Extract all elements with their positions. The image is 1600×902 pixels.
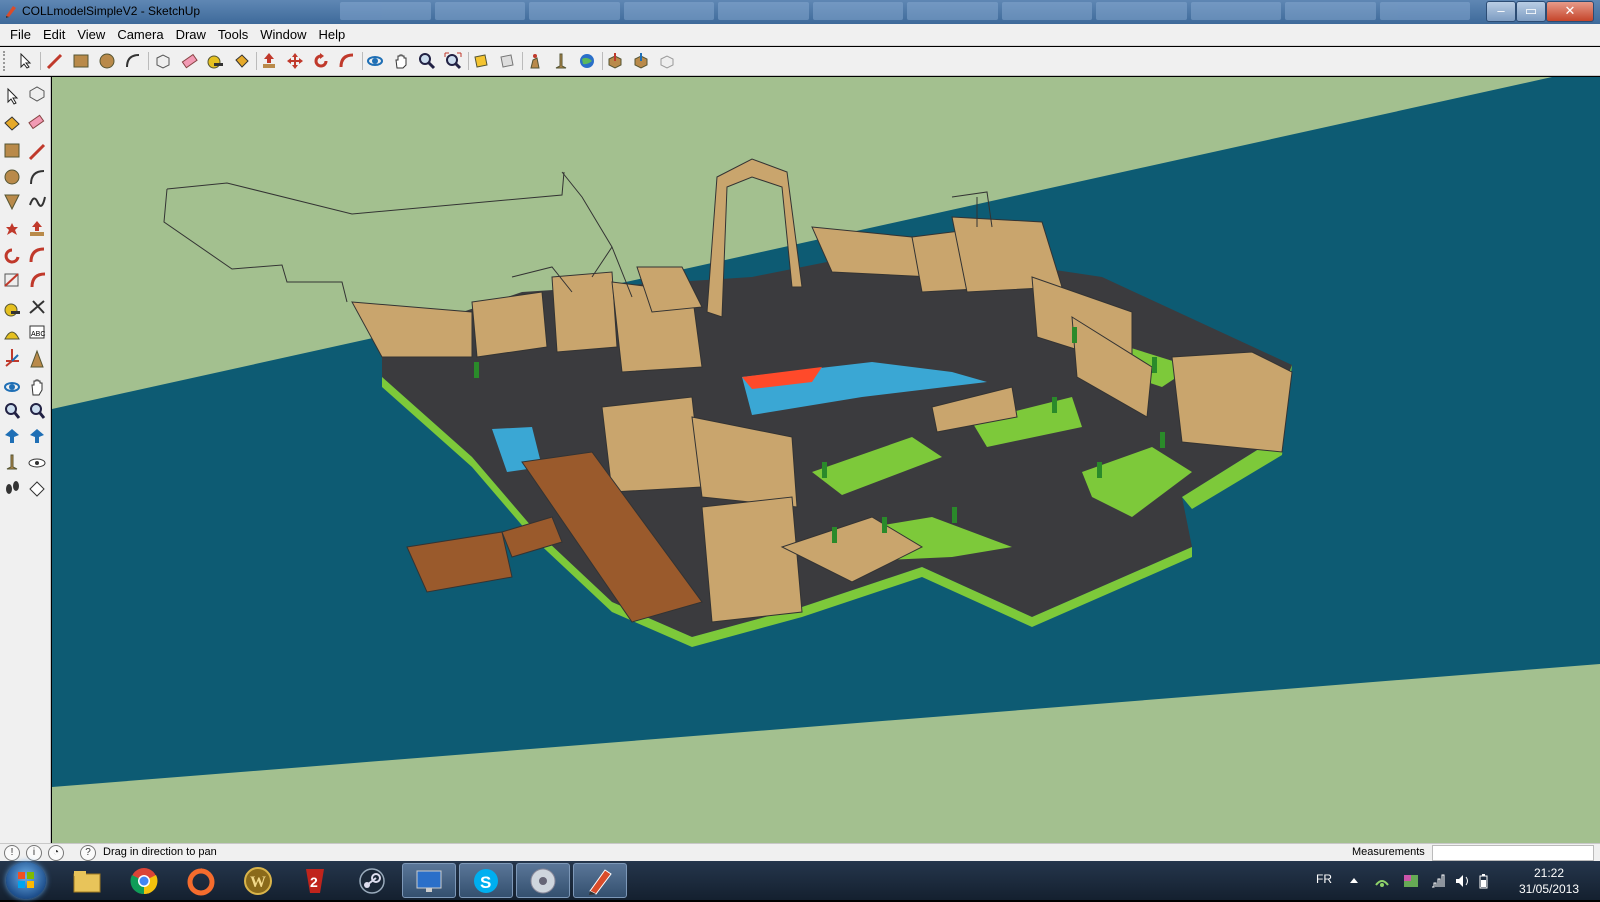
menu-edit[interactable]: Edit	[37, 27, 71, 42]
status-bar: ! i ◔ ? Drag in direction to pan Measure…	[0, 843, 1600, 861]
svg-text:2: 2	[310, 874, 318, 890]
media-app-icon[interactable]	[516, 863, 570, 898]
toolbar-separator	[256, 52, 257, 70]
close-button[interactable]: ✕	[1546, 1, 1594, 22]
section-display-icon[interactable]	[496, 50, 518, 72]
measurements-input[interactable]	[1432, 845, 1594, 861]
circle-icon[interactable]	[96, 50, 118, 72]
guild-wars-2-icon[interactable]: 2	[288, 863, 342, 898]
system-tray-icons[interactable]	[1346, 873, 1496, 889]
toolbar-grip[interactable]	[3, 51, 9, 71]
start-button[interactable]	[6, 862, 46, 899]
geo-location-icon[interactable]: !	[4, 845, 20, 861]
rectangle-icon[interactable]	[70, 50, 92, 72]
google-earth-icon[interactable]	[576, 50, 598, 72]
pencil-line-icon[interactable]	[44, 50, 66, 72]
monitor-app-icon[interactable]	[402, 863, 456, 898]
model-viewport[interactable]	[52, 77, 1600, 843]
toolbar-separator	[522, 52, 523, 70]
window-title: COLLmodelSimpleV2 - SketchUp	[22, 4, 201, 18]
3d-model-scene	[52, 77, 1600, 843]
svg-text:W: W	[250, 874, 266, 891]
sketchup-logo-icon	[6, 6, 16, 18]
maximize-button[interactable]: ▭	[1516, 1, 1546, 22]
world-of-warcraft-icon[interactable]: W	[231, 863, 285, 898]
share-model-icon[interactable]	[630, 50, 652, 72]
move-icon[interactable]	[284, 50, 306, 72]
skype-icon[interactable]: S	[459, 863, 513, 898]
language-indicator[interactable]: FR	[1316, 872, 1332, 886]
toolbar-separator	[602, 52, 603, 70]
credits-icon[interactable]: i	[26, 845, 42, 861]
get-models-icon[interactable]	[604, 50, 626, 72]
eraser-icon[interactable]	[178, 50, 200, 72]
sketchup-icon[interactable]	[573, 863, 627, 898]
clock-time: 21:22	[1533, 866, 1565, 880]
explorer-icon[interactable]	[60, 863, 114, 898]
svg-text:ABC: ABC	[31, 331, 45, 338]
help-icon[interactable]: ?	[80, 845, 96, 861]
pan-icon[interactable]	[390, 50, 412, 72]
push-pull-icon[interactable]	[258, 50, 280, 72]
menu-tools[interactable]: Tools	[212, 27, 254, 42]
measurements-label: Measurements	[1352, 846, 1425, 858]
windows-logo-icon	[18, 872, 34, 888]
menu-file[interactable]: File	[4, 27, 37, 42]
taskbar: W 2 S FR 21:22 31/05/2013	[0, 861, 1600, 900]
rotate-icon[interactable]	[310, 50, 332, 72]
origin-icon[interactable]	[174, 863, 228, 898]
svg-text:S: S	[480, 873, 491, 892]
main-toolbar	[0, 47, 1600, 76]
clock[interactable]: 21:22 31/05/2013	[1504, 865, 1594, 897]
tools-palette-icons: ABC	[4, 86, 46, 497]
title-bar: COLLmodelSimpleV2 - SketchUp ‒ ▭ ✕	[0, 0, 1600, 24]
menu-help[interactable]: Help	[313, 27, 352, 42]
minimize-button[interactable]: ‒	[1486, 1, 1516, 22]
follow-me-icon[interactable]	[336, 50, 358, 72]
make-component-icon[interactable]	[152, 50, 174, 72]
steam-icon[interactable]	[345, 863, 399, 898]
user-icon[interactable]: ◔	[48, 845, 64, 861]
menu-window[interactable]: Window	[254, 27, 312, 42]
zoom-extents-icon[interactable]	[442, 50, 464, 72]
position-camera-icon[interactable]	[550, 50, 572, 72]
chrome-icon[interactable]	[117, 863, 171, 898]
menu-bar: File Edit View Camera Draw Tools Window …	[0, 24, 1600, 46]
menu-draw[interactable]: Draw	[170, 27, 212, 42]
menu-view[interactable]: View	[71, 27, 111, 42]
toolbar-separator	[468, 52, 469, 70]
toolbar-separator	[40, 52, 41, 70]
background-window-tabs	[340, 2, 1470, 20]
status-hint: Drag in direction to pan	[103, 846, 217, 858]
select-icon[interactable]	[14, 50, 36, 72]
walk-icon[interactable]	[524, 50, 546, 72]
tools-palette: ABC	[0, 77, 51, 843]
arc-icon[interactable]	[122, 50, 144, 72]
orbit-icon[interactable]	[364, 50, 386, 72]
zoom-icon[interactable]	[416, 50, 438, 72]
section-plane-icon[interactable]	[470, 50, 492, 72]
clock-date: 31/05/2013	[1518, 882, 1580, 896]
share-component-icon[interactable]	[656, 50, 678, 72]
toolbar-separator	[148, 52, 149, 70]
paint-bucket-icon[interactable]	[230, 50, 252, 72]
toolbar-separator	[362, 52, 363, 70]
tape-measure-icon[interactable]	[204, 50, 226, 72]
menu-camera[interactable]: Camera	[111, 27, 169, 42]
